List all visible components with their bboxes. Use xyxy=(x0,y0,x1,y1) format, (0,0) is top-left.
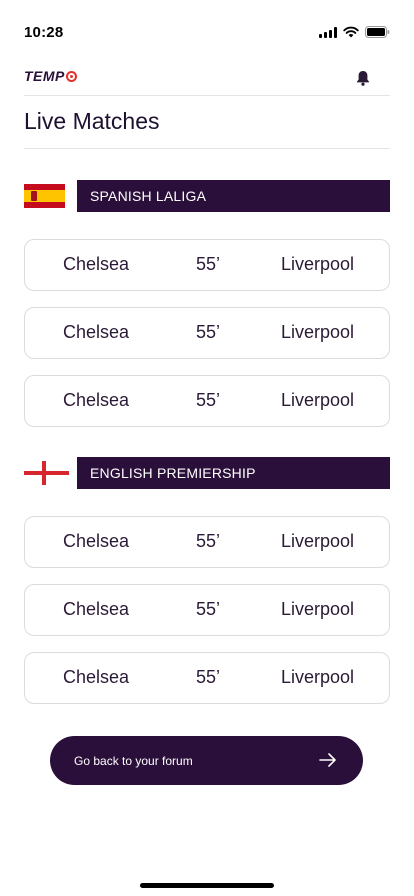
league-name[interactable]: ENGLISH PREMIERSHIP xyxy=(77,457,390,489)
away-team: Liverpool xyxy=(280,667,354,687)
match-minute: 55’ xyxy=(196,599,221,619)
away-team: Liverpool xyxy=(280,599,354,619)
home-team: Chelsea xyxy=(63,390,130,410)
logo-text: TEMP xyxy=(24,68,65,84)
app-header: TEMP xyxy=(24,64,390,96)
match-minute: 55’ xyxy=(196,254,221,274)
app-logo[interactable]: TEMP xyxy=(24,68,77,84)
title-divider xyxy=(24,148,390,149)
back-to-forum-label: Go back to your forum xyxy=(74,753,193,768)
league-section-spain: SPANISH LALIGA Chelsea 55’ Liverpool Che… xyxy=(24,180,390,427)
match-minute: 55’ xyxy=(196,390,221,410)
arrow-right-icon xyxy=(319,753,336,767)
away-team: Liverpool xyxy=(280,322,354,342)
away-team: Liverpool xyxy=(280,390,354,410)
league-header: SPANISH LALIGA xyxy=(24,180,390,212)
england-flag-icon xyxy=(24,461,69,485)
match-minute: 55’ xyxy=(196,322,221,342)
home-team: Chelsea xyxy=(63,322,130,342)
back-to-forum-button[interactable]: Go back to your forum xyxy=(50,736,363,785)
home-team: Chelsea xyxy=(63,254,130,274)
match-minute: 55’ xyxy=(196,667,221,687)
bell-icon[interactable] xyxy=(356,70,370,86)
league-header: ENGLISH PREMIERSHIP xyxy=(24,457,390,489)
away-team: Liverpool xyxy=(280,531,354,551)
match-card[interactable]: Chelsea 55’ Liverpool xyxy=(24,307,390,359)
battery-icon xyxy=(365,26,390,38)
away-team: Liverpool xyxy=(280,254,354,274)
match-card[interactable]: Chelsea 55’ Liverpool xyxy=(24,516,390,568)
cellular-signal-icon xyxy=(319,26,337,38)
home-team: Chelsea xyxy=(63,531,130,551)
match-card[interactable]: Chelsea 55’ Liverpool xyxy=(24,584,390,636)
league-name[interactable]: SPANISH LALIGA xyxy=(77,180,390,212)
home-team: Chelsea xyxy=(63,599,130,619)
status-bar: 10:28 xyxy=(0,0,414,56)
football-icon xyxy=(65,70,77,82)
match-card[interactable]: Chelsea 55’ Liverpool xyxy=(24,239,390,291)
spain-flag-icon xyxy=(24,184,65,208)
status-icons xyxy=(319,26,390,38)
wifi-icon xyxy=(343,26,359,38)
status-time: 10:28 xyxy=(24,24,64,41)
match-minute: 55’ xyxy=(196,531,221,551)
home-team: Chelsea xyxy=(63,667,130,687)
match-card[interactable]: Chelsea 55’ Liverpool xyxy=(24,652,390,704)
home-indicator[interactable] xyxy=(140,883,274,888)
page-title: Live Matches xyxy=(24,108,160,134)
league-section-england: ENGLISH PREMIERSHIP Chelsea 55’ Liverpoo… xyxy=(24,457,390,704)
match-card[interactable]: Chelsea 55’ Liverpool xyxy=(24,375,390,427)
